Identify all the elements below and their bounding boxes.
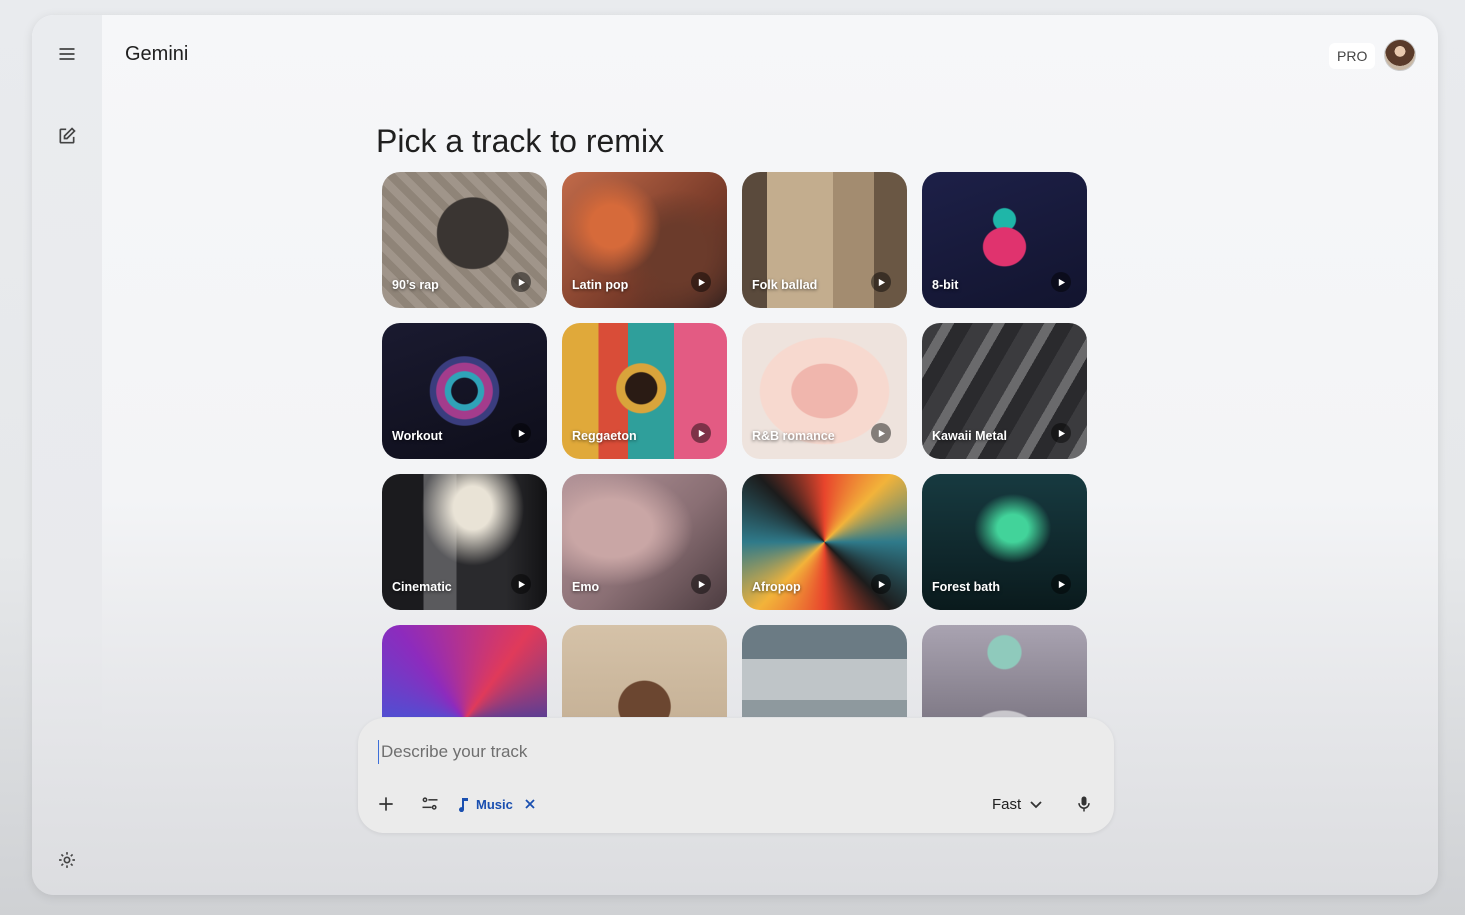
play-icon [698, 429, 705, 437]
music-tool-chip[interactable]: Music [456, 793, 537, 815]
play-button[interactable] [511, 574, 531, 594]
side-rail [32, 15, 102, 895]
track-card[interactable]: Forest bath [922, 474, 1087, 610]
play-icon [518, 429, 525, 437]
tools-button[interactable] [420, 794, 440, 814]
track-label: Folk ballad [752, 278, 818, 292]
settings-button[interactable] [53, 846, 81, 874]
track-label: Cinematic [392, 580, 452, 594]
play-icon [878, 278, 885, 286]
track-label: 8-bit [932, 278, 959, 292]
play-button[interactable] [1051, 574, 1071, 594]
chip-label: Music [476, 796, 513, 812]
plus-icon [379, 797, 393, 811]
play-button[interactable] [511, 423, 531, 443]
track-label: Reggaeton [572, 429, 637, 443]
play-icon [698, 580, 705, 588]
play-button[interactable] [1051, 423, 1071, 443]
music-note-icon [459, 798, 468, 812]
play-button[interactable] [871, 574, 891, 594]
play-icon [878, 580, 885, 588]
app-window: Gemini PRO Pick a track to remix 90’s ra… [32, 15, 1438, 895]
track-label: 90’s rap [392, 278, 439, 292]
menu-button[interactable] [53, 40, 81, 68]
mic-icon [1078, 796, 1090, 812]
track-card[interactable]: Emo [562, 474, 727, 610]
play-button[interactable] [871, 272, 891, 292]
model-selector[interactable]: Fast [992, 793, 1043, 815]
track-card[interactable]: Cinematic [382, 474, 547, 610]
track-card[interactable]: Latin pop [562, 172, 727, 308]
play-button[interactable] [691, 574, 711, 594]
prompt-input[interactable] [378, 740, 1078, 764]
track-label: Afropop [752, 580, 801, 594]
play-icon [878, 429, 885, 437]
track-card[interactable] [562, 625, 727, 717]
track-card[interactable]: 90’s rap [382, 172, 547, 308]
track-card[interactable]: R&B romance [742, 323, 907, 459]
play-icon [518, 278, 525, 286]
track-card[interactable] [382, 625, 547, 717]
play-button[interactable] [1051, 272, 1071, 292]
track-grid-viewport: 90’s rap Latin pop Folk ballad 8-bit Wor… [382, 172, 1088, 717]
track-card[interactable] [742, 625, 907, 717]
play-icon [1058, 429, 1065, 437]
close-icon[interactable] [523, 797, 537, 811]
track-card[interactable]: Kawaii Metal [922, 323, 1087, 459]
play-icon [1058, 580, 1065, 588]
edit-icon [59, 127, 76, 144]
play-button[interactable] [691, 272, 711, 292]
gear-icon [59, 852, 75, 868]
track-label: Workout [392, 429, 443, 443]
track-label: Kawaii Metal [932, 429, 1008, 443]
play-icon [1058, 278, 1065, 286]
prompt-composer: Music Fast [358, 718, 1114, 833]
track-card[interactable]: 8-bit [922, 172, 1087, 308]
page-title: Pick a track to remix [376, 123, 665, 159]
play-button[interactable] [691, 423, 711, 443]
play-icon [518, 580, 525, 588]
track-label: R&B romance [752, 429, 835, 443]
menu-icon [59, 48, 75, 60]
add-button[interactable] [376, 794, 396, 814]
tune-icon [422, 797, 438, 810]
avatar[interactable] [1384, 39, 1416, 71]
track-label: Latin pop [572, 278, 629, 292]
track-label: Forest bath [932, 580, 1001, 594]
mic-button[interactable] [1074, 794, 1094, 814]
play-button[interactable] [871, 423, 891, 443]
new-chat-button[interactable] [53, 122, 81, 150]
play-icon [698, 278, 705, 286]
track-grid: 90’s rap Latin pop Folk ballad 8-bit Wor… [382, 172, 1088, 717]
chevron-down-icon [1030, 801, 1042, 809]
model-label: Fast [992, 795, 1022, 813]
track-card[interactable]: Folk ballad [742, 172, 907, 308]
track-card[interactable]: Reggaeton [562, 323, 727, 459]
track-card[interactable] [922, 625, 1087, 717]
app-title: Gemini [125, 43, 189, 65]
track-card[interactable]: Workout [382, 323, 547, 459]
plan-badge: PRO [1329, 43, 1376, 69]
track-card[interactable]: Afropop [742, 474, 907, 610]
play-button[interactable] [511, 272, 531, 292]
track-label: Emo [572, 580, 600, 594]
